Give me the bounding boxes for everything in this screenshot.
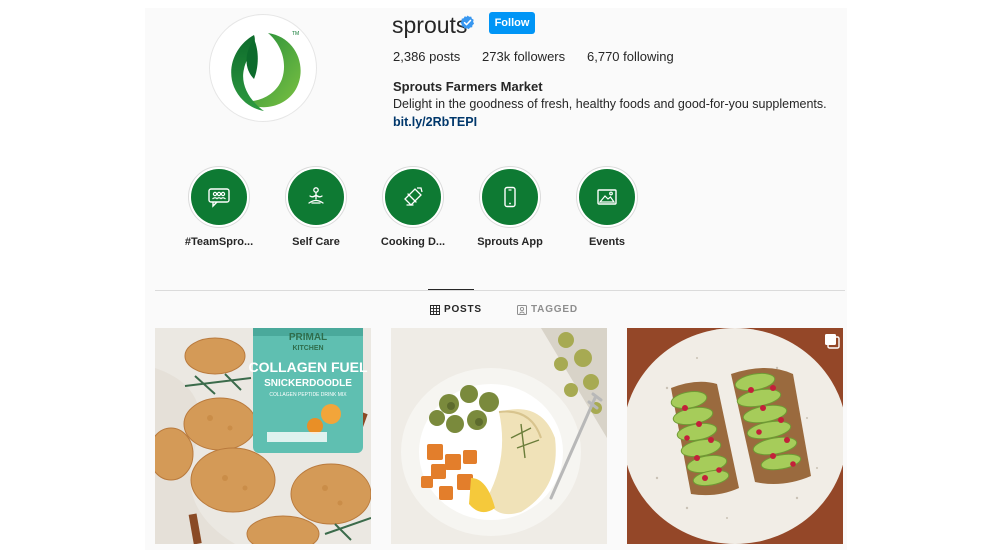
jar-title: COLLAGEN FUEL	[249, 359, 368, 375]
post-thumbnail[interactable]: PRIMAL KITCHEN COLLAGEN FUEL SNICKERDOOD…	[155, 328, 371, 544]
highlight-events[interactable]: Events	[567, 166, 647, 248]
following-count: 6,770	[587, 49, 620, 64]
phone-icon	[504, 186, 516, 208]
follow-button[interactable]: Follow	[489, 12, 535, 34]
stat-following[interactable]: 6,770 following	[587, 49, 674, 64]
tab-tagged[interactable]: TAGGED	[517, 304, 578, 315]
posts-label: posts	[429, 49, 461, 64]
snickerdoodle-cookies-collagen-jar-image: PRIMAL KITCHEN COLLAGEN FUEL SNICKERDOOD…	[155, 328, 371, 544]
grid-icon	[430, 304, 440, 315]
picture-icon	[597, 189, 617, 205]
chicken-vegetables-plate-image	[391, 328, 607, 544]
highlight-label: Events	[588, 236, 626, 248]
stat-followers[interactable]: 273k followers	[482, 49, 565, 64]
highlight-label: Cooking D...	[380, 236, 446, 248]
post-thumbnail[interactable]	[391, 328, 607, 544]
tabs-divider	[155, 290, 845, 291]
profile-avatar[interactable]: TM	[209, 14, 317, 122]
verified-badge-icon	[460, 15, 475, 30]
meditation-icon	[308, 187, 324, 204]
tagged-person-icon	[517, 304, 527, 315]
post-thumbnail[interactable]	[627, 328, 843, 544]
jar-brand-line1: PRIMAL	[289, 332, 327, 343]
profile-full-name: Sprouts Farmers Market	[393, 79, 543, 94]
highlight-label: #TeamSpro...	[184, 236, 254, 248]
highlight-sprouts-app[interactable]: Sprouts App	[470, 166, 550, 248]
highlight-label: Sprouts App	[477, 236, 543, 248]
highlight-cooking[interactable]: Cooking D...	[373, 166, 453, 248]
profile-username: sprouts	[392, 12, 468, 38]
logo-trademark: TM	[292, 31, 299, 37]
knife-cutting-board-icon	[404, 187, 423, 206]
profile-bio: Delight in the goodness of fresh, health…	[393, 97, 827, 111]
people-chat-icon	[208, 188, 230, 208]
highlight-self-care[interactable]: Self Care	[276, 166, 356, 248]
active-tab-indicator	[428, 289, 474, 290]
stat-posts[interactable]: 2,386 posts	[393, 49, 460, 64]
posts-count: 2,386	[393, 49, 426, 64]
highlight-label: Self Care	[292, 236, 340, 248]
jar-flavor: SNICKERDOODLE	[264, 378, 352, 389]
highlight-teamsprouts[interactable]: #TeamSpro...	[179, 166, 259, 248]
following-label: following	[623, 49, 674, 64]
followers-count: 273k	[482, 49, 511, 64]
followers-label: followers	[513, 49, 566, 64]
tab-posts-label: POSTS	[444, 304, 482, 315]
tab-posts[interactable]: POSTS	[430, 304, 482, 315]
sprouts-logo-icon: TM	[231, 31, 301, 111]
jar-subtitle: COLLAGEN PEPTIDE DRINK MIX	[269, 392, 347, 398]
avocado-toast-image	[627, 328, 843, 544]
tab-tagged-label: TAGGED	[531, 304, 578, 315]
jar-brand-line2: KITCHEN	[292, 345, 323, 352]
profile-link[interactable]: bit.ly/2RbTEPI	[393, 115, 477, 129]
